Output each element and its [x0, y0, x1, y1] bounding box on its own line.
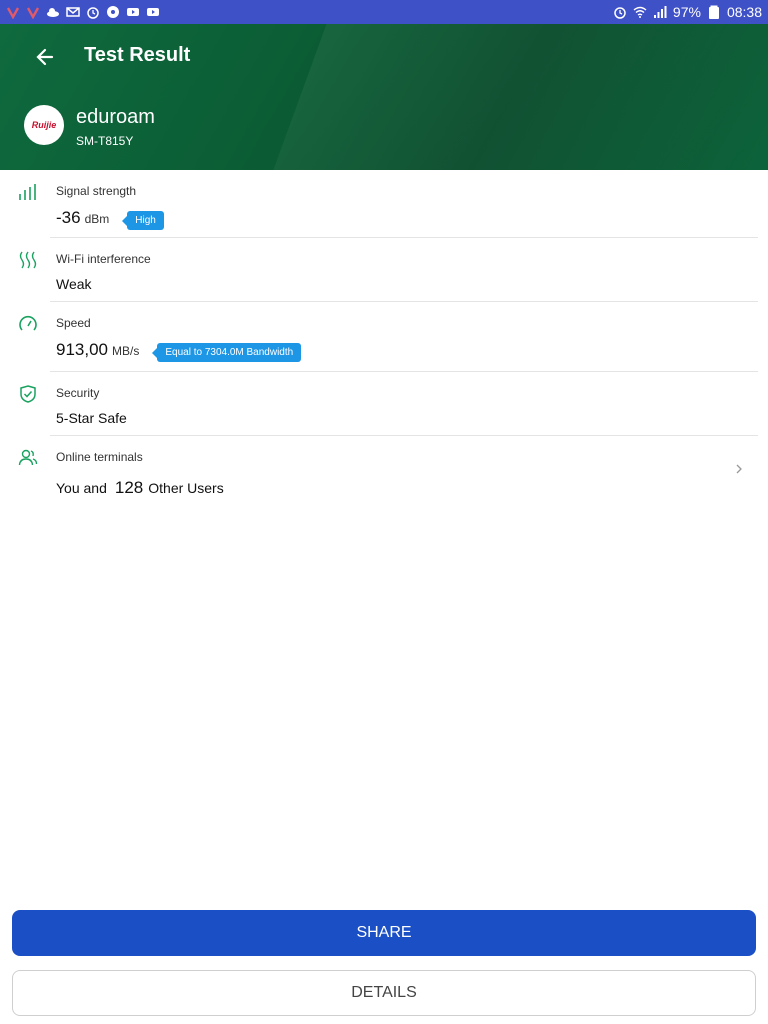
signal-badge: High — [122, 211, 164, 230]
online-terminals-row[interactable]: Online terminals You and 128 Other Users — [0, 436, 768, 506]
clock: 08:38 — [726, 4, 762, 20]
device-name: SM-T815Y — [76, 134, 134, 148]
alarm-icon — [614, 7, 626, 19]
status-bar-right: 97% 08:38 — [613, 4, 762, 20]
terminals-prefix: You and — [56, 480, 107, 496]
security-row: Security 5-Star Safe — [0, 372, 768, 436]
youtube-icon — [147, 8, 159, 16]
signal-unit: dBm — [84, 212, 110, 226]
online-terminals-label: Online terminals — [56, 450, 143, 464]
gmail-icon — [66, 7, 80, 17]
signal-bars-icon — [19, 184, 36, 200]
details-button[interactable]: DETAILS — [12, 970, 756, 1016]
header-decoration — [273, 24, 768, 170]
network-logo: Ruijie — [24, 105, 64, 145]
interference-value: Weak — [56, 276, 92, 292]
vivaldi-icon — [6, 7, 20, 19]
speedometer-icon — [19, 315, 37, 331]
speed-unit: MB/s — [112, 344, 140, 358]
users-icon — [18, 449, 38, 466]
speed-badge: Equal to 7304.0M Bandwidth — [152, 343, 302, 362]
interference-label: Wi-Fi interference — [56, 252, 151, 266]
vivaldi-icon — [26, 7, 40, 19]
speed-value: 913,00 MB/s Equal to 7304.0M Bandwidth — [56, 340, 302, 362]
shield-check-icon — [20, 385, 36, 403]
online-terminals-value: You and 128 Other Users — [56, 478, 224, 498]
status-bar: 97% 08:38 — [0, 0, 768, 24]
header: Test Result Ruijie eduroam SM-T815Y — [0, 24, 768, 170]
terminals-count: 128 — [114, 478, 144, 497]
interference-row: Wi-Fi interference Weak — [0, 238, 768, 302]
results-list: Signal strength -36 dBm High Wi-Fi inter… — [0, 170, 768, 506]
battery-icon — [708, 5, 719, 19]
speed-row: Speed 913,00 MB/s Equal to 7304.0M Bandw… — [0, 302, 768, 372]
security-value: 5-Star Safe — [56, 410, 127, 426]
status-bar-left — [6, 5, 160, 19]
cloud-icon — [47, 8, 59, 17]
youtube-icon — [127, 8, 139, 16]
chevron-right-icon[interactable] — [734, 464, 744, 474]
logo-text: Ruijie — [31, 120, 57, 130]
interference-waves-icon — [19, 251, 37, 269]
terminals-suffix: Other Users — [148, 480, 224, 496]
soccer-icon — [107, 6, 119, 18]
share-button[interactable]: SHARE — [12, 910, 756, 956]
signal-strength-row: Signal strength -36 dBm High — [0, 170, 768, 238]
back-arrow-icon[interactable] — [34, 46, 56, 68]
battery-percent: 97% — [672, 4, 701, 20]
speed-label: Speed — [56, 316, 91, 330]
signal-icon — [653, 6, 667, 18]
alarm-icon — [87, 7, 99, 19]
signal-strength-label: Signal strength — [56, 184, 137, 198]
signal-strength-value: -36 dBm High — [56, 208, 164, 230]
page-title: Test Result — [84, 44, 191, 66]
speed-number: 913,00 — [56, 340, 108, 359]
wifi-icon — [633, 6, 647, 18]
network-ssid: eduroam — [76, 106, 155, 128]
signal-value: -36 — [56, 208, 81, 227]
security-label: Security — [56, 386, 100, 400]
